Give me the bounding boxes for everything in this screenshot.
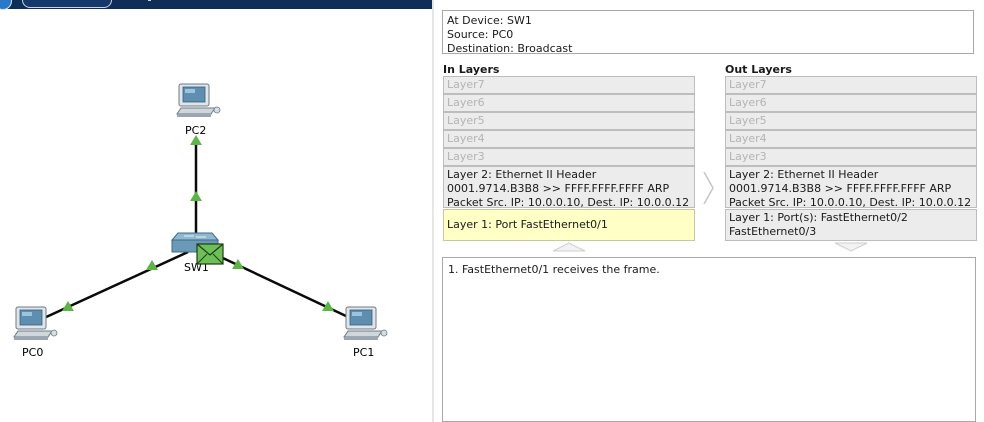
out-layer4[interactable]: Layer4	[725, 130, 977, 148]
chevron-right-icon	[703, 171, 714, 205]
in-layer1[interactable]: Layer 1: Port FastEthernet0/1	[443, 209, 695, 241]
layer-description-box[interactable]: 1. FastEthernet0/1 receives the frame.	[442, 257, 976, 422]
out-layers-heading: Out Layers	[725, 63, 792, 76]
device-label-pc0: PC0	[22, 346, 43, 359]
out-layer7[interactable]: Layer7	[725, 76, 977, 94]
in-layers-heading: In Layers	[443, 63, 500, 76]
in-layer4[interactable]: Layer4	[443, 130, 695, 148]
device-label-pc1: PC1	[353, 346, 374, 359]
out-layer1[interactable]: Layer 1: Port(s): FastEthernet0/2 FastEt…	[725, 209, 977, 241]
in-layer7[interactable]: Layer7	[443, 76, 695, 94]
out-layer1-line2: FastEthernet0/3	[729, 225, 817, 238]
device-pc1[interactable]	[343, 306, 388, 341]
out-layer5[interactable]: Layer5	[725, 112, 977, 130]
topology-canvas[interactable]: PC2 SW1 PC0 PC1	[0, 0, 432, 422]
description-text: 1. FastEthernet0/1 receives the frame.	[448, 263, 660, 276]
out-layer1-line1: Layer 1: Port(s): FastEthernet0/2	[729, 211, 908, 224]
scroll-up-icon[interactable]	[551, 242, 587, 252]
destination-text: Destination: Broadcast	[447, 42, 573, 55]
pc-icon	[343, 306, 388, 341]
source-text: Source: PC0	[447, 28, 514, 41]
device-pc0[interactable]	[13, 306, 58, 341]
in-layer6[interactable]: Layer6	[443, 94, 695, 112]
out-layer3[interactable]: Layer3	[725, 148, 977, 166]
device-label-pc2: PC2	[185, 124, 206, 137]
link-status-up-icon	[146, 260, 158, 270]
pdu-summary-box: At Device: SW1 Source: PC0 Destination: …	[442, 10, 974, 55]
topology-diagram: PC2 SW1 PC0 PC1	[13, 83, 388, 359]
device-pc2[interactable]	[176, 83, 221, 118]
pc-icon	[176, 83, 221, 118]
out-layer6[interactable]: Layer6	[725, 94, 977, 112]
pc-icon	[13, 306, 58, 341]
in-layer5[interactable]: Layer5	[443, 112, 695, 130]
in-layer3[interactable]: Layer3	[443, 148, 695, 166]
link-status-up-icon	[190, 191, 202, 201]
pdu-information-panel: At Device: SW1 Source: PC0 Destination: …	[434, 0, 984, 422]
in-layer2[interactable]: Layer 2: Ethernet II Header 0001.9714.B3…	[443, 166, 695, 209]
out-layer2[interactable]: Layer 2: Ethernet II Header 0001.9714.B3…	[725, 166, 977, 209]
pdu-envelope-icon[interactable]	[196, 243, 224, 265]
scroll-down-icon[interactable]	[833, 242, 869, 252]
at-device-text: At Device: SW1	[447, 14, 532, 27]
